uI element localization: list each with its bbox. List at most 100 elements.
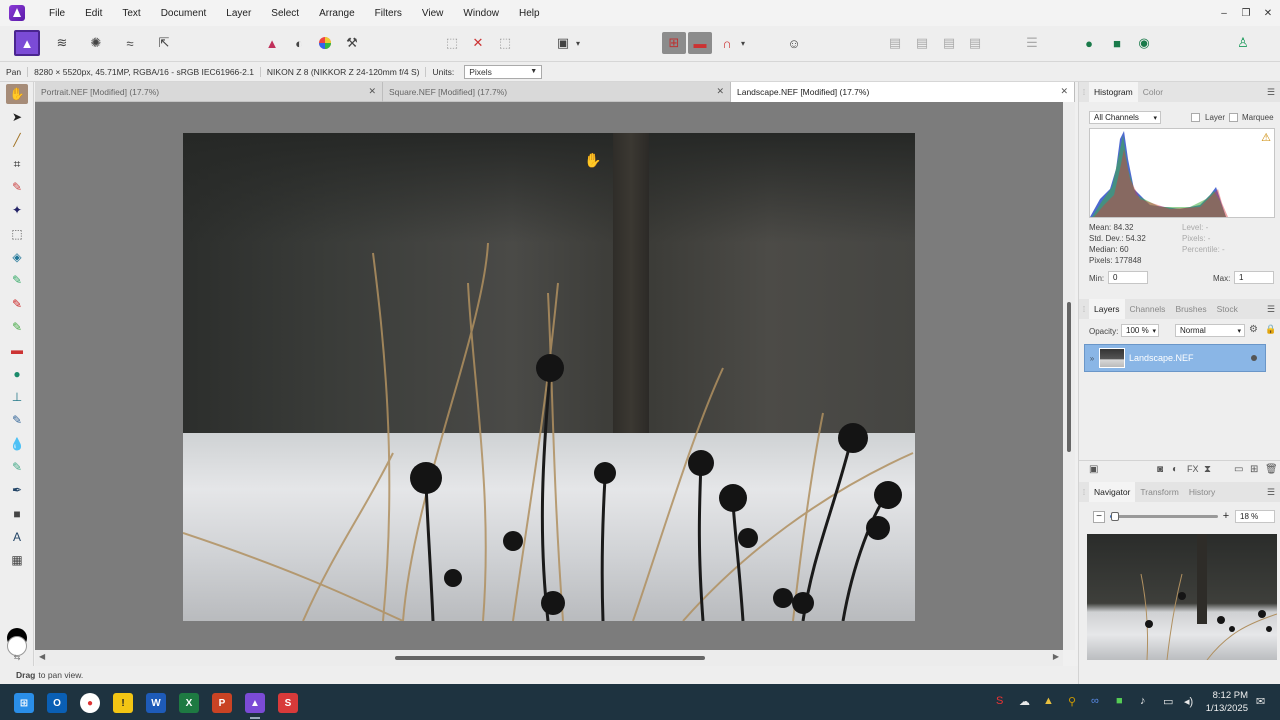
- tab-landscape[interactable]: Landscape.NEF [Modified] (17.7%) ✕: [731, 82, 1075, 102]
- team-icon[interactable]: ■: [1105, 32, 1129, 54]
- close-icon[interactable]: ✕: [1060, 86, 1068, 97]
- color-replace-icon[interactable]: ✎: [6, 317, 28, 337]
- windows-start-icon[interactable]: ⊞: [14, 693, 34, 713]
- marquee-checkbox[interactable]: [1229, 113, 1238, 122]
- magic-wand-icon[interactable]: ✦: [6, 200, 28, 220]
- menu-window[interactable]: Window: [453, 8, 509, 19]
- dodge-tool-icon[interactable]: ●: [6, 364, 28, 384]
- menu-edit[interactable]: Edit: [75, 8, 112, 19]
- outlook-icon[interactable]: O: [47, 693, 67, 713]
- minimize-button[interactable]: –: [1213, 0, 1235, 26]
- align-icon[interactable]: ☰: [1020, 32, 1044, 54]
- close-icon[interactable]: ✕: [368, 86, 376, 97]
- tab-channels[interactable]: Channels: [1125, 304, 1171, 314]
- pan-tool-icon[interactable]: ✋: [6, 84, 28, 104]
- tab-color[interactable]: Color: [1138, 87, 1168, 97]
- restore-button[interactable]: ❐: [1235, 0, 1257, 26]
- tab-transform[interactable]: Transform: [1135, 487, 1183, 497]
- panel-menu-icon[interactable]: ☰: [1267, 87, 1275, 98]
- horizontal-scrollbar[interactable]: ◀ ▶: [35, 650, 1063, 666]
- tab-portrait[interactable]: Portrait.NEF [Modified] (17.7%) ✕: [35, 82, 383, 102]
- tab-square[interactable]: Square.NEF [Modified] (17.7%) ✕: [383, 82, 731, 102]
- tray-speaker-icon[interactable]: ◂): [1184, 695, 1193, 708]
- grip-icon[interactable]: ⁞: [1079, 305, 1089, 314]
- min-field[interactable]: 0: [1108, 271, 1148, 284]
- chevron-down-icon[interactable]: ▾: [572, 32, 584, 54]
- develop-persona-icon[interactable]: ✺: [84, 32, 108, 54]
- marquee-icon[interactable]: ⬚: [440, 32, 464, 54]
- folder-icon[interactable]: ▭: [1234, 464, 1243, 475]
- tab-brushes[interactable]: Brushes: [1170, 304, 1211, 314]
- opacity-field[interactable]: 100 % ▾: [1121, 324, 1159, 337]
- menu-document[interactable]: Document: [151, 8, 217, 19]
- navigator-preview[interactable]: [1087, 534, 1277, 660]
- arrange-back-icon[interactable]: ▤: [883, 32, 907, 54]
- vertical-scrollbar[interactable]: [1063, 102, 1075, 650]
- tab-histogram[interactable]: Histogram: [1089, 82, 1138, 102]
- flood-fill-icon[interactable]: ◈: [6, 247, 28, 267]
- zoom-in-button[interactable]: +: [1220, 511, 1232, 523]
- panel-menu-icon[interactable]: ☰: [1267, 304, 1275, 315]
- snapping-icon[interactable]: ⊞: [662, 32, 686, 54]
- affinity-photo-taskbar-icon[interactable]: ▲: [245, 693, 265, 713]
- tray-nvidia-icon[interactable]: ■: [1116, 695, 1123, 707]
- export-persona-icon[interactable]: ⇱: [152, 32, 176, 54]
- crop-tool-icon[interactable]: ⌗: [6, 154, 28, 174]
- red-eye-icon[interactable]: ✎: [6, 457, 28, 477]
- text-tool-icon[interactable]: A: [6, 527, 28, 547]
- invert-selection-icon[interactable]: ⬚: [493, 32, 517, 54]
- zoom-field[interactable]: 18 %: [1235, 510, 1275, 523]
- tab-navigator[interactable]: Navigator: [1089, 482, 1136, 502]
- trash-icon[interactable]: 🗑: [1265, 464, 1278, 475]
- tray-display-icon[interactable]: ▭: [1163, 695, 1173, 708]
- marquee-tool-icon[interactable]: ⬚: [6, 224, 28, 244]
- arrange-backward-icon[interactable]: ▤: [910, 32, 934, 54]
- auto-contrast-icon[interactable]: ◐: [287, 32, 311, 54]
- liquify-persona-icon[interactable]: ≋: [50, 32, 74, 54]
- erase-brush-icon[interactable]: ▬: [6, 340, 28, 360]
- adjustment-icon[interactable]: ◐: [1172, 464, 1178, 475]
- visibility-dot-icon[interactable]: [1251, 355, 1257, 361]
- vertical-scroll-thumb[interactable]: [1067, 302, 1071, 452]
- fx-icon[interactable]: FX: [1187, 464, 1199, 474]
- live-filter-icon[interactable]: ⧗: [1204, 464, 1211, 475]
- zoom-out-button[interactable]: −: [1093, 511, 1105, 523]
- arrange-front-icon[interactable]: ▤: [963, 32, 987, 54]
- notification-icon[interactable]: ✉: [1256, 695, 1265, 708]
- grip-icon[interactable]: ⁞: [1079, 88, 1089, 97]
- tray-mic-icon[interactable]: ♪: [1140, 695, 1146, 707]
- gradient-tool-icon[interactable]: ✎: [6, 270, 28, 290]
- menu-text[interactable]: Text: [112, 8, 150, 19]
- force-pixel-icon[interactable]: ▬: [688, 32, 712, 54]
- white-balance-icon[interactable]: ⚒: [340, 32, 364, 54]
- units-dropdown[interactable]: Pixels ▼: [464, 64, 543, 79]
- channel-dropdown[interactable]: All Channels ▾: [1089, 111, 1161, 124]
- layer-options-icon[interactable]: ▣: [1089, 464, 1098, 475]
- tray-infinity-icon[interactable]: ∞: [1091, 695, 1099, 707]
- tray-s-icon[interactable]: S: [996, 695, 1003, 707]
- menu-help[interactable]: Help: [509, 8, 550, 19]
- magnet-icon[interactable]: ∩: [715, 32, 739, 54]
- menu-view[interactable]: View: [412, 8, 454, 19]
- add-layer-icon[interactable]: ⊞: [1250, 464, 1258, 475]
- mesh-warp-icon[interactable]: ▦: [6, 550, 28, 570]
- snagit-icon[interactable]: S: [278, 693, 298, 713]
- warning-app-icon[interactable]: !: [113, 693, 133, 713]
- tab-stock[interactable]: Stock: [1212, 304, 1243, 314]
- arrange-forward-icon[interactable]: ▤: [937, 32, 961, 54]
- paint-brush-icon[interactable]: ✎: [6, 294, 28, 314]
- move-tool-icon[interactable]: ➤: [6, 107, 28, 127]
- chat-icon[interactable]: ●: [1077, 32, 1101, 54]
- no-selection-icon[interactable]: ✕: [466, 32, 490, 54]
- sync-icon[interactable]: ◉: [1132, 32, 1156, 54]
- tab-layers[interactable]: Layers: [1089, 299, 1125, 319]
- canvas-area[interactable]: ✋: [35, 102, 1063, 650]
- tab-history[interactable]: History: [1184, 487, 1220, 497]
- lock-icon[interactable]: 🔒: [1265, 324, 1276, 335]
- layer-row-landscape[interactable]: » Landscape.NEF: [1084, 344, 1266, 372]
- scroll-left-icon[interactable]: ◀: [39, 652, 45, 661]
- tray-cloud-icon[interactable]: ☁: [1019, 695, 1030, 708]
- menu-arrange[interactable]: Arrange: [309, 8, 365, 19]
- view-tool-icon[interactable]: ╱: [6, 130, 28, 150]
- tray-pen-icon[interactable]: ⚲: [1068, 695, 1076, 708]
